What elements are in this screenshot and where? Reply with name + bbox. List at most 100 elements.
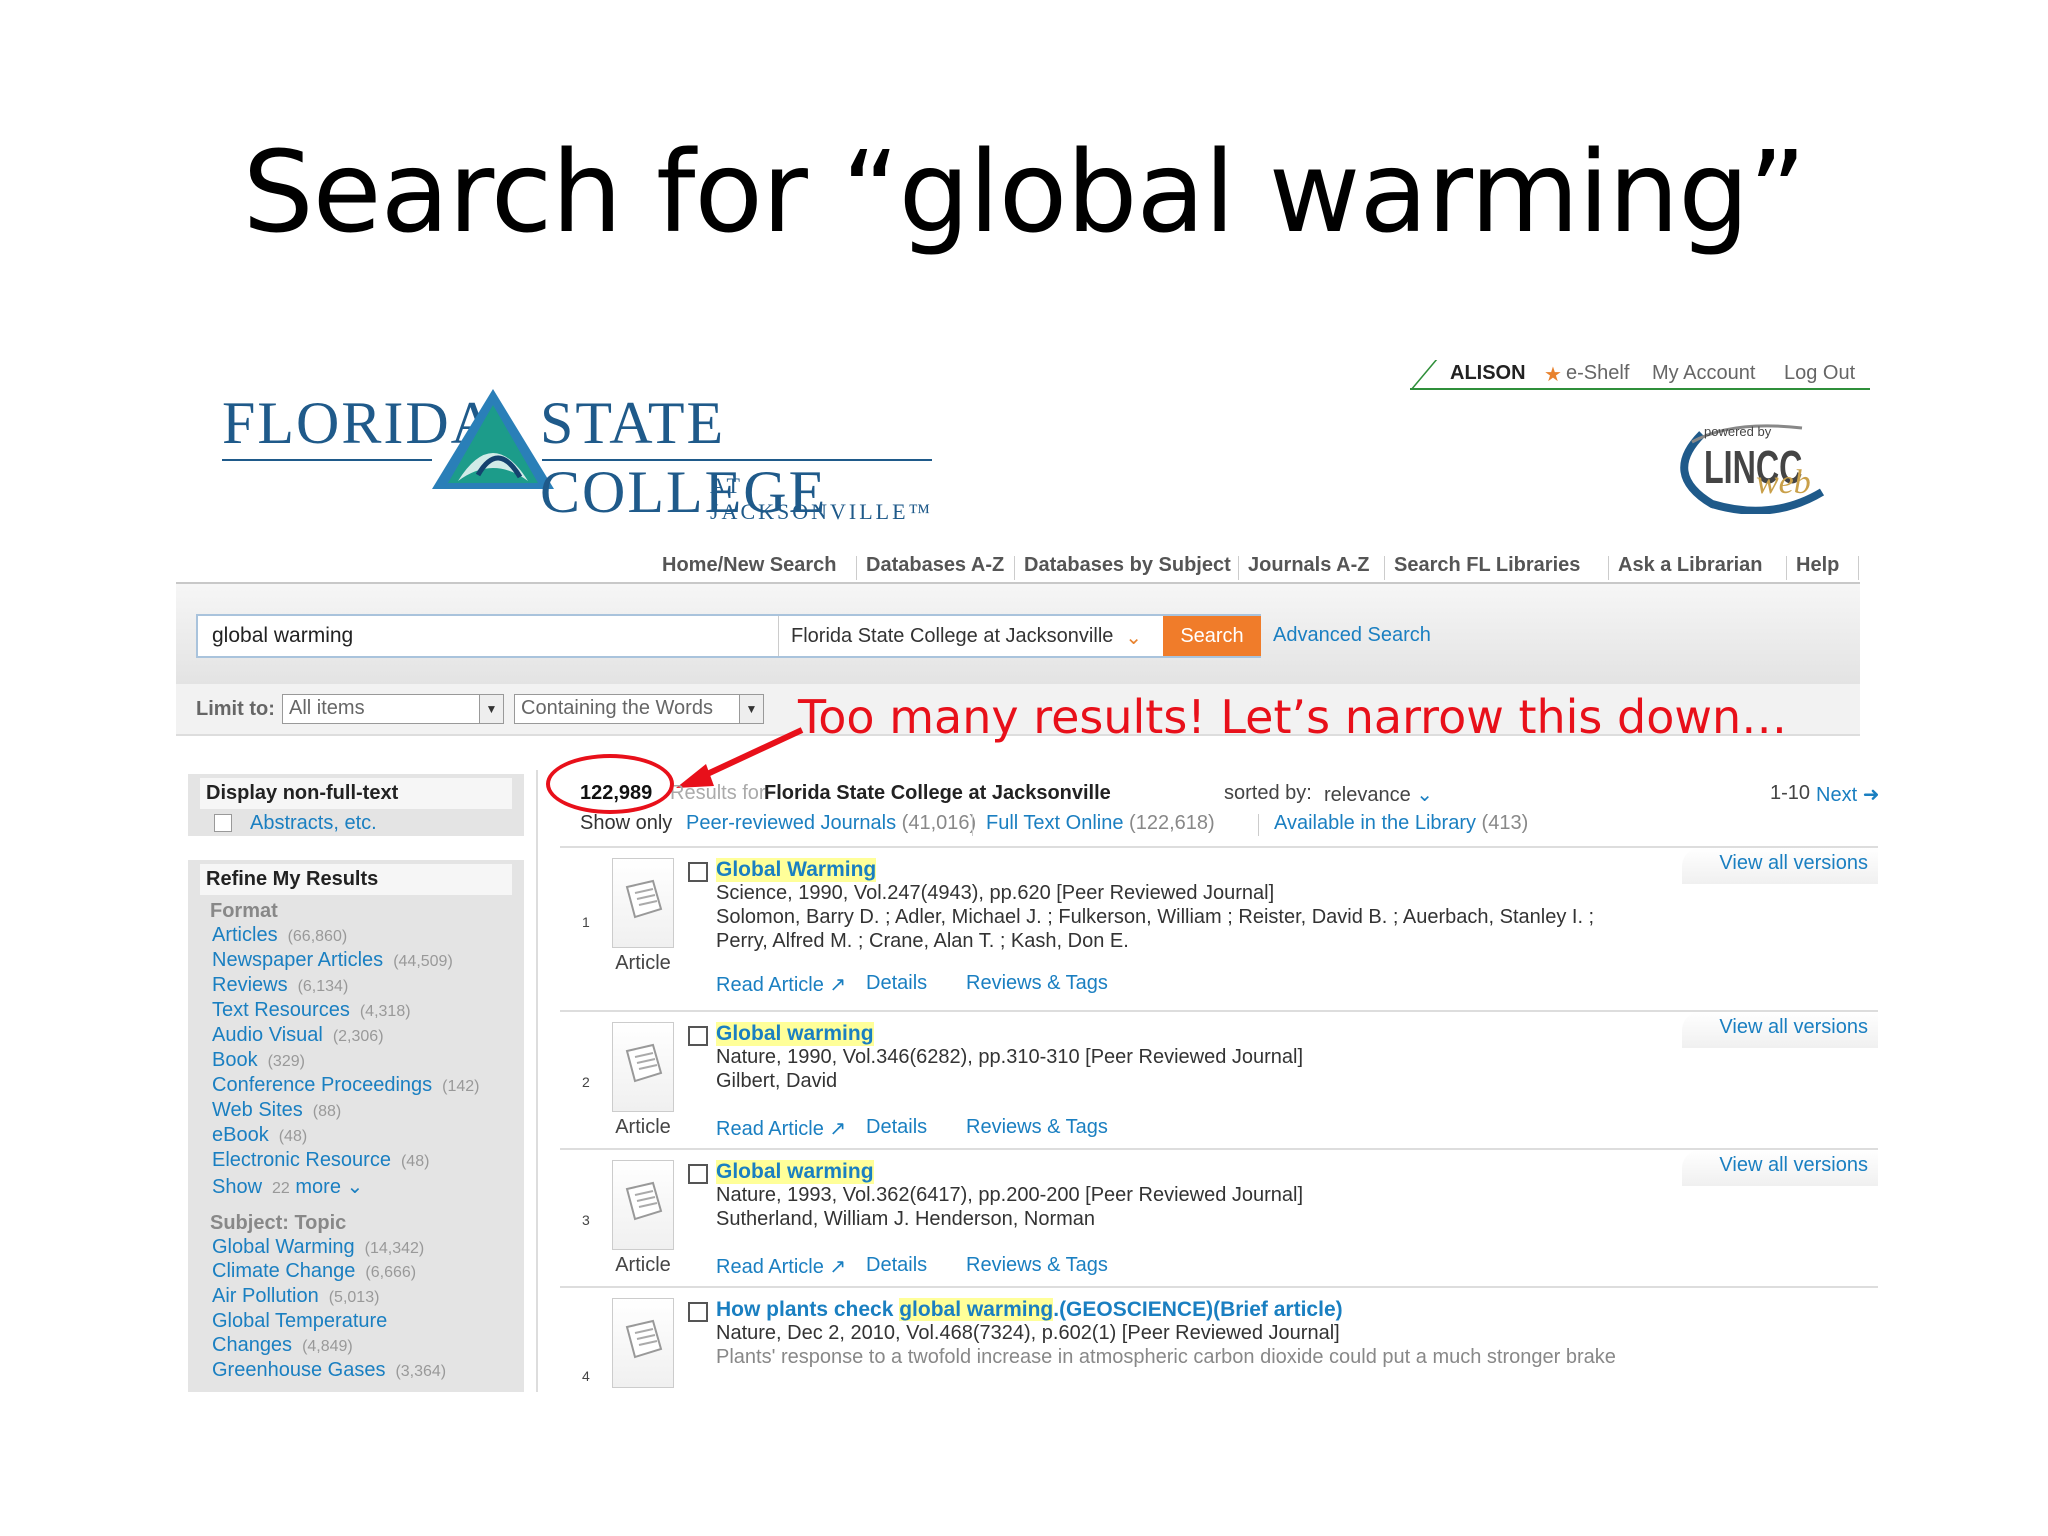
results-area: 122,989 Results for Florida State Colleg… — [540, 770, 1880, 1392]
result-type: Article — [615, 1254, 671, 1276]
filter-full-text-online[interactable]: Full Text Online (122,618) — [986, 812, 1215, 835]
article-thumbnail[interactable] — [612, 1160, 674, 1250]
my-account-link[interactable]: My Account — [1652, 362, 1755, 385]
scope-select[interactable]: Florida State College at Jacksonville ⌄ — [778, 616, 1158, 656]
nav-ask-a-librarian[interactable]: Ask a Librarian — [1618, 554, 1763, 577]
format-heading: Format — [210, 900, 278, 922]
screenshot: FLORIDA STATE COLLEGE AT JACKSONVILLE™ A… — [0, 0, 2048, 1536]
filter-available-in-library[interactable]: Available in the Library (413) — [1274, 812, 1528, 835]
result-title-link[interactable]: Global warming — [716, 1160, 874, 1184]
filter-peer-reviewed[interactable]: Peer-reviewed Journals (41,016) — [686, 812, 976, 835]
facet-item[interactable]: Audio Visual (2,306) — [212, 1024, 384, 1047]
sort-select[interactable]: relevance ⌄ — [1324, 782, 1433, 807]
result-source: Nature, 1990, Vol.346(6282), pp.310-310 … — [716, 1046, 1304, 1068]
eshelf-link[interactable]: e-Shelf — [1566, 362, 1629, 385]
nav-databases-a-z[interactable]: Databases A-Z — [866, 554, 1004, 577]
article-thumbnail[interactable] — [612, 1022, 674, 1112]
reviews-tags-link[interactable]: Reviews & Tags — [966, 1254, 1108, 1277]
result-title-link[interactable]: How plants check global warming.(GEOSCIE… — [716, 1298, 1343, 1322]
result-number: 3 — [582, 1212, 590, 1228]
result-source: Nature, Dec 2, 2010, Vol.468(7324), p.60… — [716, 1322, 1340, 1344]
facet-item[interactable]: Changes (4,849) — [212, 1334, 353, 1357]
result-number: 2 — [582, 1074, 590, 1090]
facet-item[interactable]: Book (329) — [212, 1049, 305, 1072]
result-checkbox[interactable] — [688, 1026, 708, 1046]
facet-item[interactable]: Climate Change (6,666) — [212, 1260, 416, 1283]
article-thumbnail[interactable] — [612, 1298, 674, 1388]
result-number: 1 — [582, 914, 590, 930]
view-all-versions-link[interactable]: View all versions — [1682, 848, 1878, 884]
facet-item[interactable]: Web Sites (88) — [212, 1099, 341, 1122]
view-all-versions-link[interactable]: View all versions — [1682, 1150, 1878, 1186]
college-logo[interactable]: FLORIDA STATE COLLEGE AT JACKSONVILLE™ — [222, 385, 942, 525]
results-range: 1-10 — [1770, 782, 1811, 804]
result-title-link[interactable]: Global Warming — [716, 858, 877, 882]
match-type-select[interactable]: Containing the Words ▼ — [514, 694, 764, 724]
view-all-versions-link[interactable]: View all versions — [1682, 1012, 1878, 1048]
read-article-link[interactable]: Read Article ↗ — [716, 1116, 846, 1141]
external-link-icon: ↗ — [829, 1118, 847, 1140]
result-authors: Gilbert, David — [716, 1070, 838, 1092]
refine-panel: Refine My Results Format Articles (66,860… — [188, 860, 524, 1392]
facet-item[interactable]: Conference Proceedings (142) — [212, 1074, 480, 1097]
result-checkbox[interactable] — [688, 1164, 708, 1184]
facet-item[interactable]: Greenhouse Gases (3,364) — [212, 1359, 446, 1382]
facet-item[interactable]: Reviews (6,134) — [212, 974, 348, 997]
details-link[interactable]: Details — [866, 1254, 927, 1277]
external-link-icon: ↗ — [829, 974, 847, 996]
read-article-link[interactable]: Read Article ↗ — [716, 1254, 846, 1279]
facet-item[interactable]: eBook (48) — [212, 1124, 307, 1147]
result-authors: Solomon, Barry D. ; Adler, Michael J. ; … — [716, 906, 1595, 928]
limit-label: Limit to: — [196, 698, 275, 720]
nav-databases-by-subject[interactable]: Databases by Subject — [1024, 554, 1231, 577]
article-thumbnail[interactable] — [612, 858, 674, 948]
logo-subtitle: AT JACKSONVILLE™ — [710, 473, 934, 524]
nav-search-fl-libraries[interactable]: Search FL Libraries — [1394, 554, 1580, 577]
facet-item[interactable]: Air Pollution (5,013) — [212, 1285, 379, 1308]
lincc-web-logo: powered by LINCC web — [1672, 414, 1832, 515]
facet-item[interactable]: Global Warming (14,342) — [212, 1236, 424, 1259]
abstracts-link[interactable]: Abstracts, etc. — [250, 812, 377, 835]
nav-home-new-search[interactable]: Home/New Search — [662, 554, 837, 577]
annotation-text: Too many results! Let’s narrow this down… — [798, 690, 1788, 744]
show-only-label: Show only — [580, 812, 673, 834]
nav-help[interactable]: Help — [1796, 554, 1839, 577]
item-type-select[interactable]: All items ▼ — [282, 694, 504, 724]
show-more-formats[interactable]: Show 22 more ⌄ — [212, 1174, 363, 1199]
search-input[interactable] — [212, 624, 752, 648]
facet-item[interactable]: Text Resources (4,318) — [212, 999, 411, 1022]
read-article-link[interactable]: Read Article ↗ — [716, 972, 846, 997]
result-title-link[interactable]: Global warming — [716, 1022, 874, 1046]
triangle-logo-icon — [432, 389, 554, 489]
facet-item[interactable]: Global Temperature — [212, 1310, 387, 1333]
nav-journals-a-z[interactable]: Journals A-Z — [1248, 554, 1370, 577]
logo-rule — [222, 459, 432, 461]
facet-item[interactable]: Articles (66,860) — [212, 924, 347, 947]
search-bar-area: Florida State College at Jacksonville ⌄ … — [176, 584, 1860, 684]
sorted-by-label: sorted by: — [1224, 782, 1312, 804]
star-icon: ★ — [1544, 364, 1562, 386]
advanced-search-link[interactable]: Advanced Search — [1273, 624, 1431, 647]
result-type: Article — [615, 1116, 671, 1138]
result-checkbox[interactable] — [688, 862, 708, 882]
log-out-link[interactable]: Log Out — [1784, 362, 1855, 385]
search-button[interactable]: Search — [1163, 616, 1261, 656]
details-link[interactable]: Details — [866, 972, 927, 995]
result-authors: Sutherland, William J. Henderson, Norman — [716, 1208, 1096, 1230]
reviews-tags-link[interactable]: Reviews & Tags — [966, 972, 1108, 995]
table-row: 3 Article Global warming Nature, 1993, V… — [560, 1148, 1878, 1286]
results-for-text: Results for — [670, 782, 766, 804]
powered-by-text: powered by — [1704, 424, 1772, 439]
subject-heading: Subject: Topic — [210, 1212, 347, 1234]
abstracts-checkbox[interactable] — [214, 814, 232, 832]
scope-value: Florida State College at Jacksonville — [791, 625, 1114, 647]
reviews-tags-link[interactable]: Reviews & Tags — [966, 1116, 1108, 1139]
document-icon — [625, 879, 663, 919]
details-link[interactable]: Details — [866, 1116, 927, 1139]
facet-item[interactable]: Electronic Resource (48) — [212, 1149, 429, 1172]
user-name: ALISON — [1450, 362, 1526, 384]
result-type: Article — [615, 952, 671, 974]
facet-item[interactable]: Newspaper Articles (44,509) — [212, 949, 453, 972]
next-page-link[interactable]: Next ➜ — [1816, 782, 1879, 807]
result-checkbox[interactable] — [688, 1302, 708, 1322]
